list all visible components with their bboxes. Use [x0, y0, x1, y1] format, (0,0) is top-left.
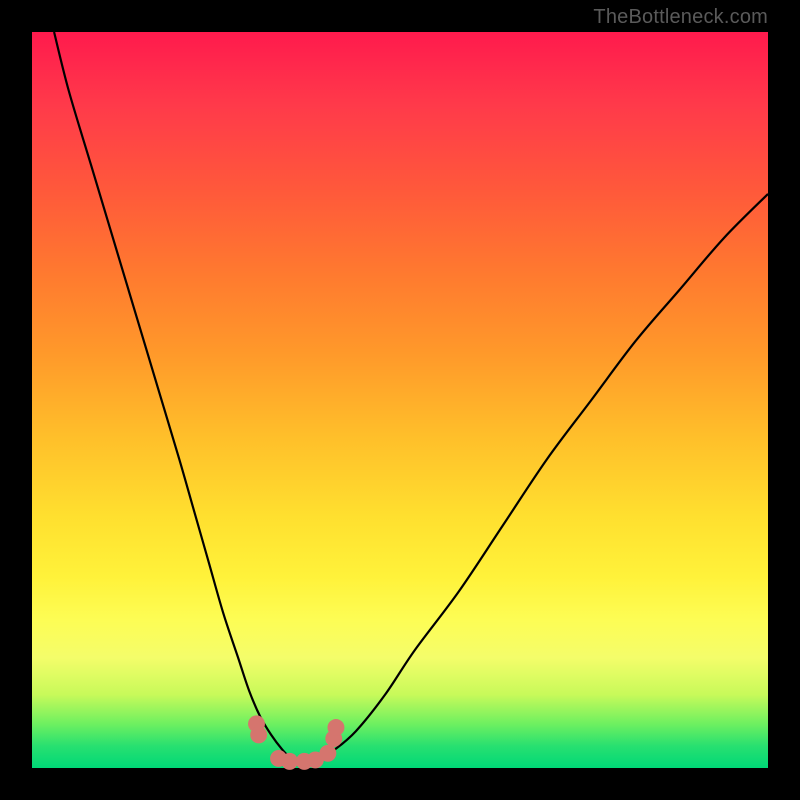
chart-overlay [32, 32, 768, 768]
peach-marker [250, 726, 267, 743]
peach-marker-group [248, 715, 344, 769]
curve-right-branch [319, 194, 768, 759]
curve-left-branch [54, 32, 297, 761]
peach-marker [319, 745, 336, 762]
attribution-label: TheBottleneck.com [593, 6, 768, 29]
peach-marker [328, 719, 345, 736]
peach-marker [281, 753, 298, 770]
outer-frame: TheBottleneck.com [0, 0, 800, 800]
